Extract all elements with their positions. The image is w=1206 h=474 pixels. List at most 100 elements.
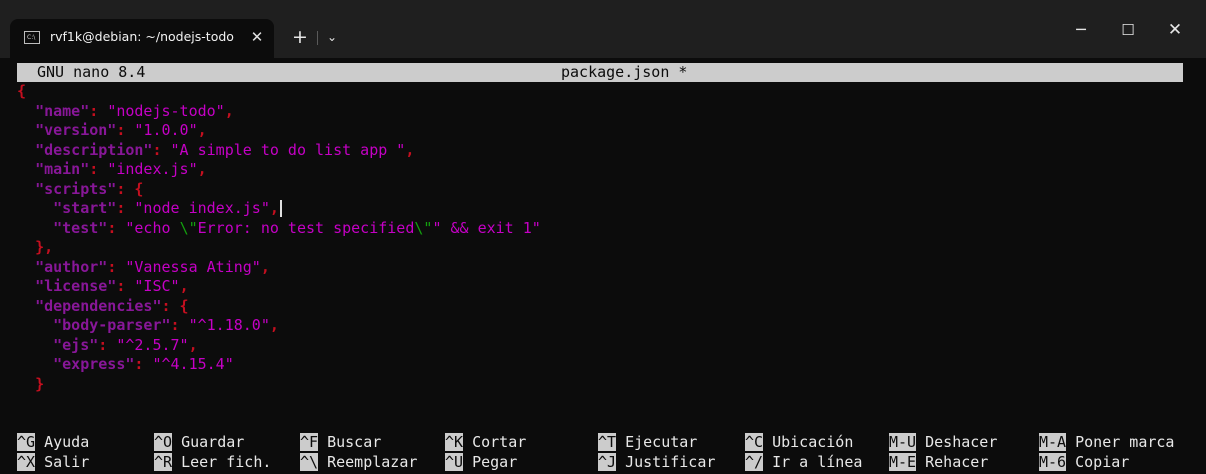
- shortcut-item: M-E Rehacer: [889, 452, 988, 473]
- code-token: :: [116, 277, 135, 295]
- code-token: :: [89, 101, 108, 120]
- shortcut-key: ^U: [445, 452, 464, 471]
- shortcut-key: ^X: [17, 452, 36, 471]
- code-token: :: [170, 316, 189, 334]
- minimize-button[interactable]: ─: [1058, 15, 1104, 45]
- code-token: : {: [161, 296, 189, 315]
- code-token: "echo: [125, 218, 180, 237]
- code-line: "version": "1.0.0",: [17, 121, 1183, 141]
- code-token: "nodejs-todo": [107, 101, 225, 120]
- shortcut-label: Copiar: [1066, 452, 1130, 471]
- code-token: "description": [35, 140, 153, 159]
- shortcut-key: ^/: [745, 452, 764, 471]
- shortcut-label: Cortar: [463, 433, 527, 451]
- shortcut-label: Ayuda: [35, 433, 90, 451]
- code-token: \": [414, 218, 433, 237]
- code-line: {: [17, 82, 1183, 102]
- code-token: }: [35, 374, 45, 393]
- shortcut-bar: ^G Ayuda ^X Salir ^O Guardar ^R Leer fich. ^…: [17, 433, 1197, 473]
- editor-area[interactable]: { "name": "nodejs-todo", "version": "1.0…: [17, 82, 1183, 394]
- code-line: "test": "echo \"Error: no test specified…: [17, 219, 1183, 239]
- code-token: "body-parser": [53, 316, 171, 334]
- code-token: "ISC": [134, 277, 180, 295]
- shortcut-label: Guardar: [172, 433, 245, 451]
- code-line: "scripts": {: [17, 180, 1183, 200]
- shortcut-label: Salir: [35, 452, 90, 471]
- shortcut-item: ^K Cortar: [445, 433, 526, 453]
- title-bar: C:\ rvf1k@debian: ~/nodejs-todo ✕ + ⌄ ─ …: [0, 0, 1206, 58]
- nano-version: GNU nano 8.4: [37, 63, 146, 81]
- terminal-tab[interactable]: C:\ rvf1k@debian: ~/nodejs-todo ✕: [10, 19, 274, 58]
- code-token: ,: [188, 335, 198, 354]
- code-token: "test": [53, 218, 108, 237]
- text-cursor: [279, 200, 282, 217]
- shortcut-key: ^\: [300, 452, 319, 471]
- file-name: package.json *: [561, 63, 688, 81]
- code-token: :: [116, 121, 135, 139]
- shortcut-item: ^X Salir: [17, 452, 90, 473]
- code-line: "ejs": "^2.5.7",: [17, 336, 1183, 356]
- code-token: \": [179, 218, 198, 237]
- new-tab-button[interactable]: +: [288, 23, 312, 51]
- shortcut-label: Justificar: [616, 452, 716, 471]
- code-token: ,: [197, 160, 207, 178]
- code-token: "A simple to do list app ": [170, 140, 406, 159]
- shortcut-key: ^G: [17, 433, 36, 451]
- tab-dropdown-icon[interactable]: ⌄: [322, 23, 342, 51]
- shortcut-label: Deshacer: [916, 433, 998, 451]
- code-token: "author": [35, 257, 108, 276]
- code-line: "express": "^4.15.4": [17, 355, 1183, 375]
- code-token: ,: [179, 277, 189, 295]
- code-token: ,: [224, 101, 234, 120]
- shortcut-key: ^F: [300, 433, 319, 451]
- code-line: "main": "index.js",: [17, 160, 1183, 180]
- code-line: "description": "A simple to do list app …: [17, 141, 1183, 161]
- shortcut-key: M-U: [889, 433, 917, 451]
- shortcut-item: ^G Ayuda: [17, 433, 89, 453]
- code-token: " && exit 1": [432, 218, 541, 237]
- code-token: "name": [35, 101, 90, 120]
- code-token: "express": [53, 355, 135, 373]
- tab-close-icon[interactable]: ✕: [246, 25, 268, 49]
- code-token: :: [152, 140, 171, 159]
- shortcut-key: M-A: [1039, 433, 1067, 451]
- code-token: "dependencies": [35, 296, 162, 315]
- shortcut-key: ^R: [154, 452, 173, 471]
- shortcut-key: ^K: [445, 433, 464, 451]
- code-line: }: [17, 375, 1183, 395]
- shortcut-key: M-E: [889, 452, 917, 471]
- shortcut-item: M-A Poner marca: [1039, 433, 1174, 453]
- maximize-button[interactable]: ☐: [1105, 15, 1151, 45]
- close-window-button[interactable]: ✕: [1152, 15, 1198, 45]
- shortcut-item: ^O Guardar: [154, 433, 244, 453]
- nano-header: GNU nano 8.4 package.json *: [17, 63, 1183, 82]
- code-token: ,: [269, 199, 279, 217]
- code-token: "node index.js": [134, 199, 270, 217]
- code-token: "1.0.0": [134, 121, 198, 139]
- code-token: "index.js": [107, 160, 198, 178]
- code-token: "license": [35, 277, 117, 295]
- code-token: "Vanessa Ating": [125, 257, 261, 276]
- shortcut-item: ^/ Ir a línea: [745, 452, 863, 473]
- code-token: :: [89, 160, 108, 178]
- shortcut-label: Buscar: [318, 433, 382, 451]
- code-token: ,: [197, 121, 207, 139]
- code-token: Error: no test specified: [197, 218, 415, 237]
- code-line: "license": "ISC",: [17, 277, 1183, 297]
- tab-separator: [317, 31, 318, 45]
- shortcut-label: Ir a línea: [763, 452, 863, 471]
- code-token: :: [134, 355, 153, 373]
- shortcut-label: Pegar: [463, 452, 518, 471]
- shortcut-label: Leer fich.: [172, 452, 272, 471]
- shortcut-label: Poner marca: [1066, 433, 1175, 451]
